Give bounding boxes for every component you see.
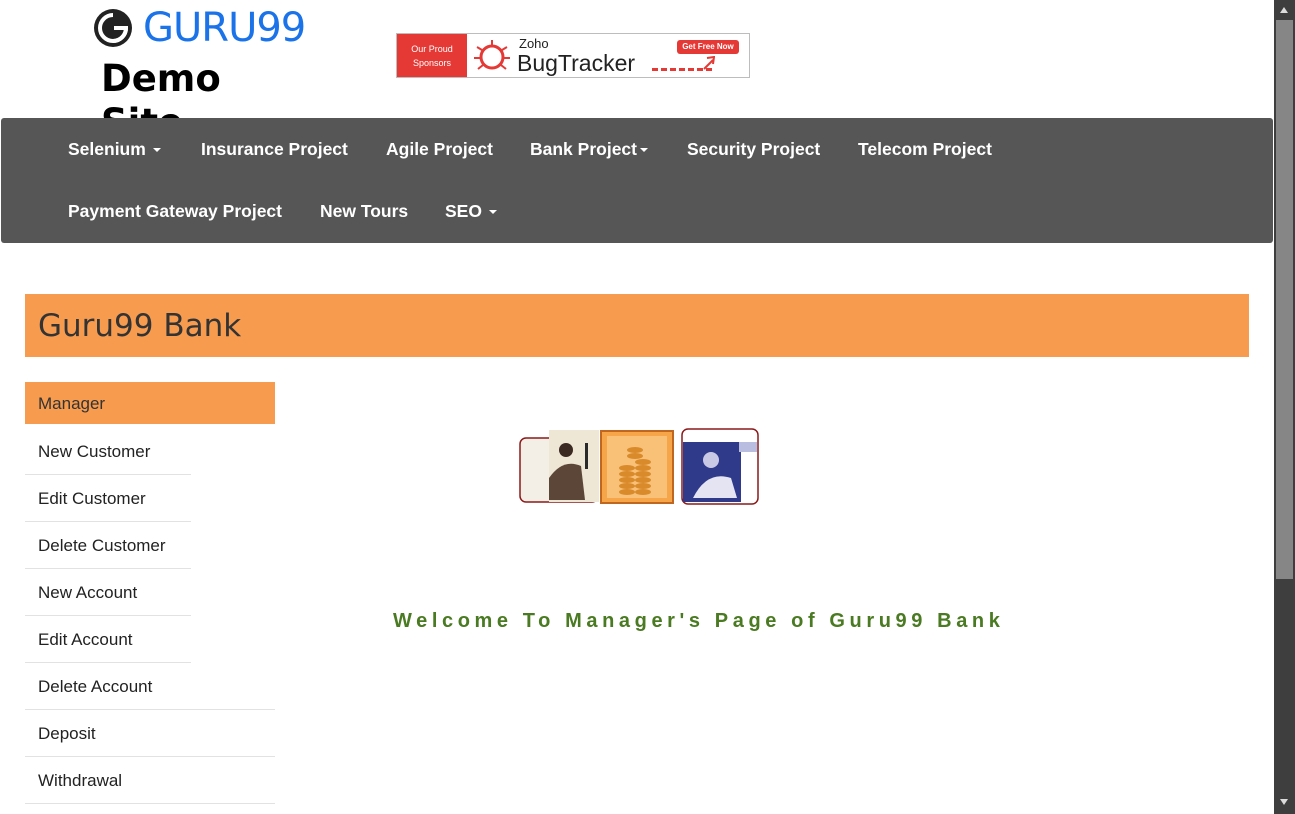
sponsor-banner[interactable]: Our Proud Sponsors Zoho BugTracker Get F… (396, 33, 750, 78)
welcome-message: Welcome To Manager's Page of Guru99 Bank (393, 610, 1005, 632)
sidebar-item-new-account[interactable]: New Account (25, 569, 191, 616)
sidebar-item-label: Edit Account (38, 630, 133, 649)
sidebar-item-new-customer[interactable]: New Customer (25, 428, 191, 475)
nav-bank-project[interactable]: Bank Project (530, 137, 648, 161)
scroll-down-arrow-icon[interactable] (1280, 799, 1288, 805)
nav-telecom-project[interactable]: Telecom Project (858, 137, 992, 161)
scrollbar-thumb[interactable] (1276, 20, 1293, 579)
guru99-logo-icon (94, 9, 132, 47)
sidebar-item-manager[interactable]: Manager (25, 382, 275, 424)
nav-agile-project-label: Agile Project (386, 139, 493, 159)
nav-new-tours[interactable]: New Tours (320, 199, 408, 223)
sidebar-item-label: New Customer (38, 442, 151, 461)
nav-selenium-label: Selenium (68, 139, 146, 159)
main-navbar: Selenium Insurance Project Agile Project… (1, 118, 1273, 243)
sponsor-label: Our Proud Sponsors (397, 34, 467, 77)
bank-banner-image (519, 428, 759, 505)
sidebar-item-deposit[interactable]: Deposit (25, 710, 275, 757)
sidebar-item-edit-customer[interactable]: Edit Customer (25, 475, 191, 522)
nav-telecom-project-label: Telecom Project (858, 139, 992, 159)
bank-header-bar: Guru99 Bank (25, 294, 1249, 357)
nav-security-project[interactable]: Security Project (687, 137, 820, 161)
sidebar-item-edit-account[interactable]: Edit Account (25, 616, 191, 663)
sidebar-item-label: Deposit (38, 724, 96, 743)
site-logo[interactable]: GURU99 Demo Site (93, 5, 308, 144)
sidebar-item-label: Delete Account (38, 677, 153, 696)
caret-down-icon (488, 210, 497, 215)
sponsor-cta-button[interactable]: Get Free Now (677, 40, 739, 54)
arrow-icon (703, 56, 715, 70)
caret-down-icon (639, 148, 648, 153)
sidebar-item-delete-customer[interactable]: Delete Customer (25, 522, 191, 569)
nav-selenium[interactable]: Selenium (68, 137, 161, 161)
nav-insurance-project-label: Insurance Project (201, 139, 348, 159)
caret-down-icon (152, 148, 161, 153)
sponsor-label-line2: Sponsors (412, 58, 452, 68)
sponsor-label-line1: Our Proud (411, 44, 453, 54)
nav-payment-gateway-project-label: Payment Gateway Project (68, 201, 282, 221)
sidebar-item-label: Delete Customer (38, 536, 166, 555)
nav-payment-gateway-project[interactable]: Payment Gateway Project (68, 199, 282, 223)
sidebar-item-manager-label: Manager (38, 394, 106, 413)
page-title: Guru99 Bank (38, 308, 242, 344)
sponsor-brand-large: BugTracker (517, 50, 636, 76)
sidebar-item-label: Withdrawal (38, 771, 123, 790)
sidebar-item-label: Edit Customer (38, 489, 146, 508)
nav-agile-project[interactable]: Agile Project (386, 137, 493, 161)
scroll-up-arrow-icon[interactable] (1280, 7, 1288, 13)
nav-seo-label: SEO (445, 201, 482, 221)
sidebar-item-label: New Account (38, 583, 138, 602)
nav-bank-project-label: Bank Project (530, 139, 637, 159)
sidebar-item-withdrawal[interactable]: Withdrawal (25, 757, 275, 804)
logo-text: GURU99 (143, 5, 306, 51)
nav-new-tours-label: New Tours (320, 201, 409, 221)
sponsor-brand-small: Zoho (519, 36, 549, 51)
sidebar-item-delete-account[interactable]: Delete Account (25, 663, 275, 710)
nav-security-project-label: Security Project (687, 139, 821, 159)
nav-seo[interactable]: SEO (445, 199, 497, 223)
nav-insurance-project[interactable]: Insurance Project (201, 137, 348, 161)
bug-icon (474, 40, 510, 70)
